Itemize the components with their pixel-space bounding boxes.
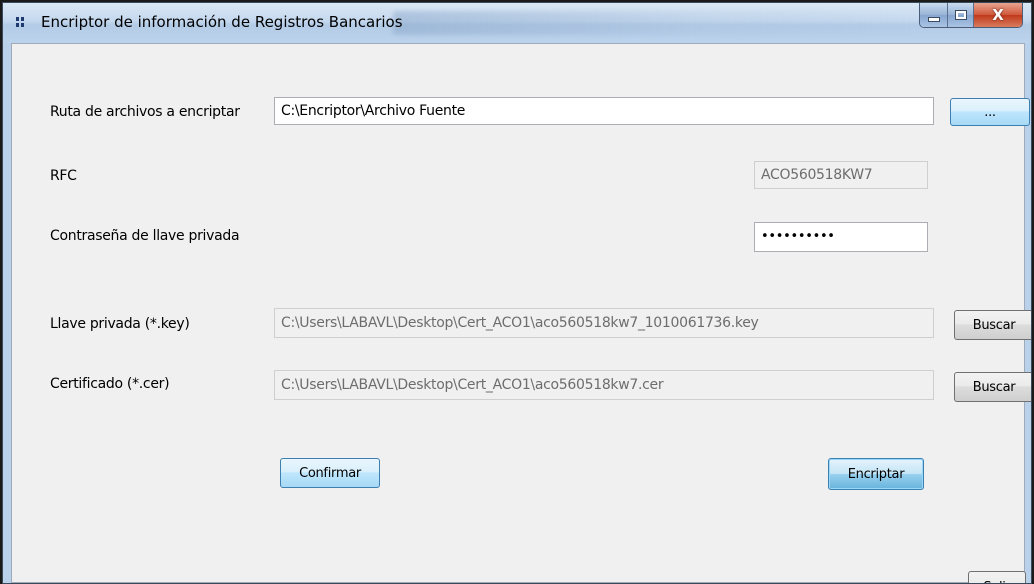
close-icon: X [992,6,1004,24]
salir-button[interactable]: Salir [968,571,1026,583]
browse-folder-button[interactable]: ... [950,98,1030,126]
form-area: Ruta de archivos a encriptar C:\Encripto… [11,43,1031,583]
llave-label: Llave privada (*.key) [50,316,190,332]
rfc-label: RFC [50,168,77,184]
app-window: Encriptor de información de Registros Ba… [2,2,1032,584]
password-label: Contraseña de llave privada [50,228,240,244]
buscar-llave-button[interactable]: Buscar [954,310,1031,340]
title-bar-reflection [393,11,913,35]
llave-path-field: C:\Users\LABAVL\Desktop\Cert_ACO1\aco560… [274,308,934,338]
buscar-cert-button[interactable]: Buscar [954,372,1031,402]
ruta-label: Ruta de archivos a encriptar [50,104,240,120]
maximize-button[interactable] [948,3,974,27]
cert-label: Certificado (*.cer) [50,376,170,392]
window-title: Encriptor de información de Registros Ba… [41,13,403,31]
confirmar-button[interactable]: Confirmar [280,458,380,488]
close-button[interactable]: X [974,3,1022,27]
title-bar[interactable]: Encriptor de información de Registros Ba… [3,3,1031,43]
maximize-icon [954,10,967,20]
password-input[interactable]: •••••••••• [754,222,928,252]
ruta-input[interactable]: C:\Encriptor\Archivo Fuente [274,97,934,125]
minimize-icon [927,16,940,22]
app-icon [16,17,24,27]
cert-path-field: C:\Users\LABAVL\Desktop\Cert_ACO1\aco560… [274,370,934,400]
encriptar-button[interactable]: Encriptar [828,458,924,490]
minimize-button[interactable] [920,3,948,27]
rfc-field: ACO560518KW7 [754,161,928,189]
window-controls: X [919,3,1023,28]
